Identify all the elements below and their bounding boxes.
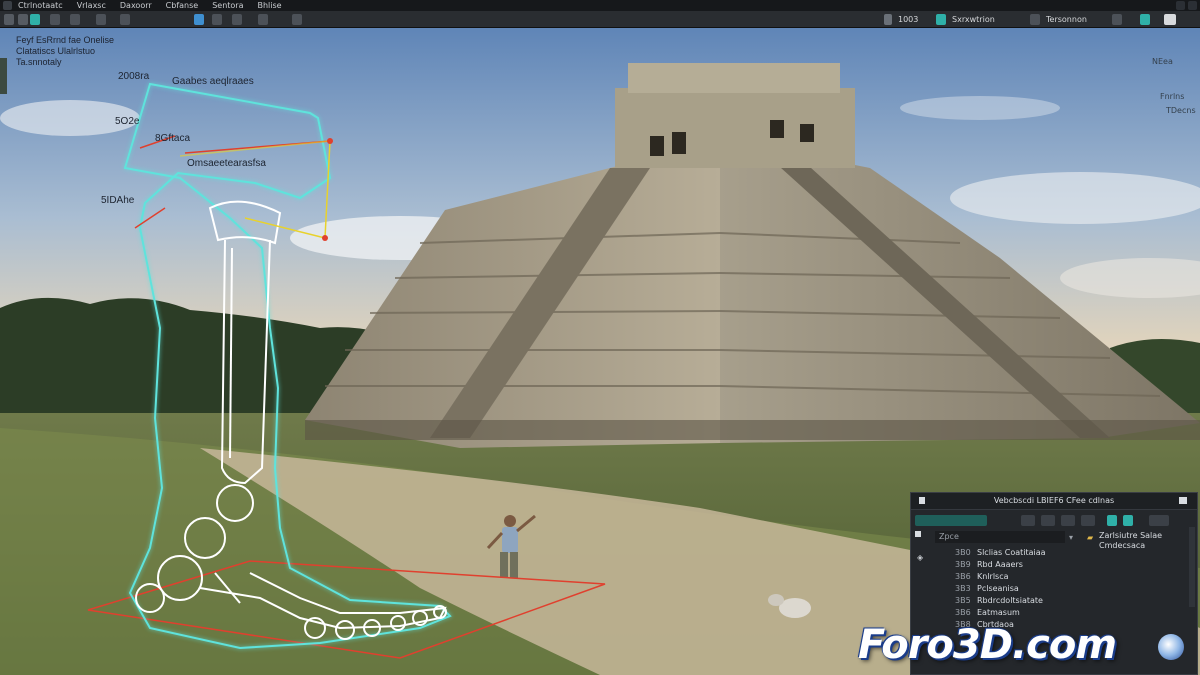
annotation-label: 8Gftaca <box>155 133 191 144</box>
panel-title: Vebcbscdi LBIEF6 CFee cdlnas <box>911 493 1197 510</box>
list-item[interactable]: 3B0 Slclias Coatitaiaa <box>955 547 1046 559</box>
row-name: Knlrlsca <box>977 572 1009 581</box>
chevron-down-icon[interactable]: ▾ <box>1069 533 1073 542</box>
filter-icon[interactable] <box>884 14 892 25</box>
side-label[interactable]: NEea <box>1152 57 1173 66</box>
rotate-tool-icon[interactable] <box>70 14 80 25</box>
panel-close-icon[interactable] <box>1179 497 1187 504</box>
row-id: 3B9 <box>955 560 971 569</box>
display-icon[interactable] <box>1140 14 1150 25</box>
annotation-label: 5IDAhe <box>101 195 135 206</box>
render-label[interactable]: Tersonnon <box>1046 14 1087 25</box>
annotation-label: 5O2e <box>115 116 140 127</box>
menu-item-1[interactable]: Ctrlnotaatc <box>18 0 63 11</box>
list-item[interactable]: 3B5 Rbdrcdoltsiatate <box>955 595 1043 607</box>
view-icon[interactable] <box>194 14 204 25</box>
menu-bar: Ctrlnotaatc Vrlaxsc Daxoorr Cbfanse Sent… <box>0 0 1200 11</box>
minimize-icon[interactable] <box>1176 1 1185 10</box>
row-name: Eatmasum <box>977 608 1020 617</box>
annotation-label: Omsaeetearasfsa <box>187 158 266 169</box>
list-item[interactable]: 3B3 Pclseanisa <box>955 583 1019 595</box>
menu-item-2[interactable]: Vrlaxsc <box>77 0 106 11</box>
property-item[interactable]: Cmdecsaca <box>1099 541 1162 551</box>
menu-item-4[interactable]: Cbfanse <box>166 0 199 11</box>
hud-title-line-2: Clatatiscs Ulalrlstuo <box>16 46 96 56</box>
list-item[interactable]: 3B6 Eatmasum <box>955 607 1020 619</box>
hud-title-line-3: Ta.snnotaly <box>16 57 62 67</box>
logo-globe-icon <box>1158 634 1184 660</box>
light-icon[interactable] <box>232 14 242 25</box>
mode-label[interactable]: Sxrxwtrion <box>952 14 995 25</box>
annotation-label: Gaabes aeqlraaes <box>172 76 254 87</box>
row-id: 3B0 <box>955 548 971 557</box>
select-tool-icon[interactable] <box>30 14 40 25</box>
panel-toolbar-group[interactable] <box>915 515 987 526</box>
menu-item-3[interactable]: Daxoorr <box>120 0 152 11</box>
annotation-label: 2008ra <box>118 71 150 82</box>
foro3d-watermark: Foro3D.com <box>858 622 1117 668</box>
visibility-icon[interactable]: ◈ <box>917 553 923 562</box>
left-toolbar-tab[interactable] <box>0 58 7 94</box>
field-value[interactable]: 1003 <box>898 14 918 25</box>
search-input[interactable]: Zpce <box>935 531 1065 543</box>
row-id: 3B5 <box>955 596 971 605</box>
render-icon <box>1030 14 1040 25</box>
folder-icon <box>915 531 921 537</box>
panel-link-icon[interactable] <box>1061 515 1075 526</box>
row-name: Rbdrcdoltsiatate <box>977 596 1043 605</box>
panel-eye-icon[interactable] <box>1081 515 1095 526</box>
menu-item-5[interactable]: Sentora <box>212 0 243 11</box>
panel-filter-icon[interactable] <box>1021 515 1035 526</box>
folder-icon: ▰ <box>1087 533 1094 542</box>
row-id: 3B3 <box>955 584 971 593</box>
list-item[interactable]: 3B9 Rbd Aaaers <box>955 559 1023 571</box>
hud-title-line-1: Feyf EsRrnd fae Onelise <box>16 35 115 45</box>
material-icon[interactable] <box>292 14 302 25</box>
camera-icon[interactable] <box>258 14 268 25</box>
property-item[interactable]: Zarlsiutre Salae <box>1099 531 1162 541</box>
redo-icon[interactable] <box>18 14 28 25</box>
panel-scrollbar[interactable] <box>1189 527 1195 607</box>
fullscreen-icon[interactable] <box>1164 14 1176 25</box>
app-icon[interactable] <box>3 1 12 10</box>
grid-icon[interactable] <box>212 14 222 25</box>
scale-tool-icon[interactable] <box>96 14 106 25</box>
hud-title: Feyf EsRrnd fae Onelise Clatatiscs Ulalr… <box>16 35 114 68</box>
panel-toggle-icon[interactable] <box>1123 515 1133 526</box>
snap-icon[interactable] <box>120 14 130 25</box>
side-label[interactable]: Fnrlns <box>1160 92 1184 101</box>
mode-icon[interactable] <box>936 14 946 25</box>
row-id: 3B6 <box>955 572 971 581</box>
move-tool-icon[interactable] <box>50 14 60 25</box>
list-item[interactable]: 3B6 Knlrlsca <box>955 571 1009 583</box>
row-id: 3B6 <box>955 608 971 617</box>
side-label[interactable]: TDecns <box>1166 106 1196 115</box>
panel-sort-icon[interactable] <box>1041 515 1055 526</box>
menu-item-6[interactable]: Bhlise <box>258 0 282 11</box>
undo-icon[interactable] <box>4 14 14 25</box>
row-name: Slclias Coatitaiaa <box>977 548 1046 557</box>
row-name: Rbd Aaaers <box>977 560 1023 569</box>
panel-options-icon[interactable] <box>1149 515 1169 526</box>
toolbar: 1003 Sxrxwtrion Tersonnon <box>0 11 1200 28</box>
row-name: Pclseanisa <box>977 584 1019 593</box>
panel-menu-icon[interactable] <box>919 497 925 504</box>
settings-icon[interactable] <box>1112 14 1122 25</box>
panel-active-icon[interactable] <box>1107 515 1117 526</box>
close-icon[interactable] <box>1188 1 1197 10</box>
properties-list: Zarlsiutre Salae Cmdecsaca <box>1099 531 1162 551</box>
